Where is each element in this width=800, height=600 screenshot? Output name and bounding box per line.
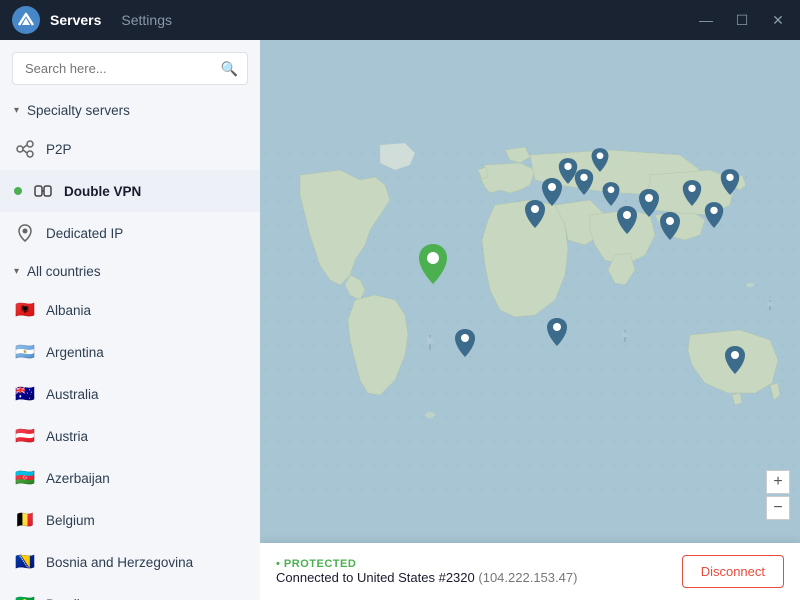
brazil-label: Brazil [46, 597, 80, 600]
dedicated-ip-icon [14, 222, 36, 244]
bosnia-flag: 🇧🇦 [14, 551, 36, 573]
azerbaijan-label: Azerbaijan [46, 471, 110, 486]
status-bar: PROTECTED Connected to United States #23… [260, 543, 800, 600]
protected-label: PROTECTED [276, 558, 577, 570]
search-icon: 🔍 [221, 60, 238, 77]
dedicated-ip-label: Dedicated IP [46, 226, 123, 241]
search-input[interactable] [12, 52, 248, 85]
sidebar: 🔍 ▾ Specialty servers [0, 40, 260, 600]
sidebar-item-albania[interactable]: 🇦🇱 Albania [0, 289, 260, 331]
sidebar-list: ▾ Specialty servers P2P [0, 93, 260, 600]
pin-asia-4 [702, 200, 726, 230]
pin-asia-3 [680, 178, 704, 208]
connection-server: Connected to United States #2320 [276, 570, 475, 585]
connection-info: PROTECTED Connected to United States #23… [276, 558, 577, 585]
disconnect-button[interactable]: Disconnect [682, 555, 784, 588]
sidebar-group-all-countries[interactable]: ▾ All countries [0, 254, 260, 289]
servers-tab[interactable]: Servers [50, 12, 101, 28]
connection-text: Connected to United States #2320 (104.22… [276, 570, 577, 585]
connection-ip: (104.222.153.47) [478, 570, 577, 585]
search-container: 🔍 [12, 52, 248, 85]
specialty-label: Specialty servers [27, 103, 130, 118]
australia-flag: 🇦🇺 [14, 383, 36, 405]
minimize-button[interactable]: — [696, 12, 716, 29]
sidebar-item-bosnia[interactable]: 🇧🇦 Bosnia and Herzegovina [0, 541, 260, 583]
austria-label: Austria [46, 429, 88, 444]
window-controls: — ☐ ✕ [696, 12, 788, 29]
sidebar-item-double-vpn[interactable]: Double VPN [0, 170, 260, 212]
zoom-out-button[interactable]: − [766, 496, 790, 520]
argentina-flag: 🇦🇷 [14, 341, 36, 363]
zoom-in-button[interactable]: + [766, 470, 790, 494]
world-map [260, 40, 800, 600]
titlebar: Servers Settings — ☐ ✕ [0, 0, 800, 40]
zoom-controls: + − [766, 470, 790, 520]
pin-asia-2 [657, 210, 683, 242]
pin-asia-5 [718, 167, 742, 197]
sidebar-item-p2p[interactable]: P2P [0, 128, 260, 170]
sidebar-group-specialty[interactable]: ▾ Specialty servers [0, 93, 260, 128]
pin-south-america [452, 327, 478, 359]
belgium-flag: 🇧🇪 [14, 509, 36, 531]
p2p-label: P2P [46, 142, 72, 157]
close-button[interactable]: ✕ [768, 12, 788, 29]
australia-label: Australia [46, 387, 99, 402]
pin-australia [722, 344, 748, 376]
nordvpn-logo [12, 6, 40, 34]
albania-label: Albania [46, 303, 91, 318]
sidebar-item-brazil[interactable]: 🇧🇷 Brazil [0, 583, 260, 600]
all-countries-label: All countries [27, 264, 101, 279]
sidebar-item-azerbaijan[interactable]: 🇦🇿 Azerbaijan [0, 457, 260, 499]
chevron-icon-countries: ▾ [14, 266, 19, 277]
maximize-button[interactable]: ☐ [732, 12, 752, 29]
albania-flag: 🇦🇱 [14, 299, 36, 321]
settings-tab[interactable]: Settings [121, 12, 172, 28]
argentina-label: Argentina [46, 345, 104, 360]
double-vpn-icon [32, 180, 54, 202]
p2p-icon [14, 138, 36, 160]
belgium-label: Belgium [46, 513, 95, 528]
active-dot [14, 187, 22, 195]
azerbaijan-flag: 🇦🇿 [14, 467, 36, 489]
double-vpn-label: Double VPN [64, 184, 141, 199]
sidebar-item-austria[interactable]: 🇦🇹 Austria [0, 415, 260, 457]
bosnia-label: Bosnia and Herzegovina [46, 555, 193, 570]
sidebar-item-dedicated-ip[interactable]: Dedicated IP [0, 212, 260, 254]
chevron-icon: ▾ [14, 105, 19, 116]
sidebar-item-belgium[interactable]: 🇧🇪 Belgium [0, 499, 260, 541]
pin-usa-connected [415, 242, 451, 286]
austria-flag: 🇦🇹 [14, 425, 36, 447]
brazil-flag: 🇧🇷 [14, 593, 36, 600]
main-layout: 🔍 ▾ Specialty servers [0, 40, 800, 600]
pin-africa [544, 316, 570, 348]
sidebar-item-argentina[interactable]: 🇦🇷 Argentina [0, 331, 260, 373]
map-area: + − PROTECTED Connected to United States… [260, 40, 800, 600]
titlebar-nav: Servers Settings [50, 12, 696, 28]
pin-europe-5 [589, 146, 611, 174]
sidebar-item-australia[interactable]: 🇦🇺 Australia [0, 373, 260, 415]
